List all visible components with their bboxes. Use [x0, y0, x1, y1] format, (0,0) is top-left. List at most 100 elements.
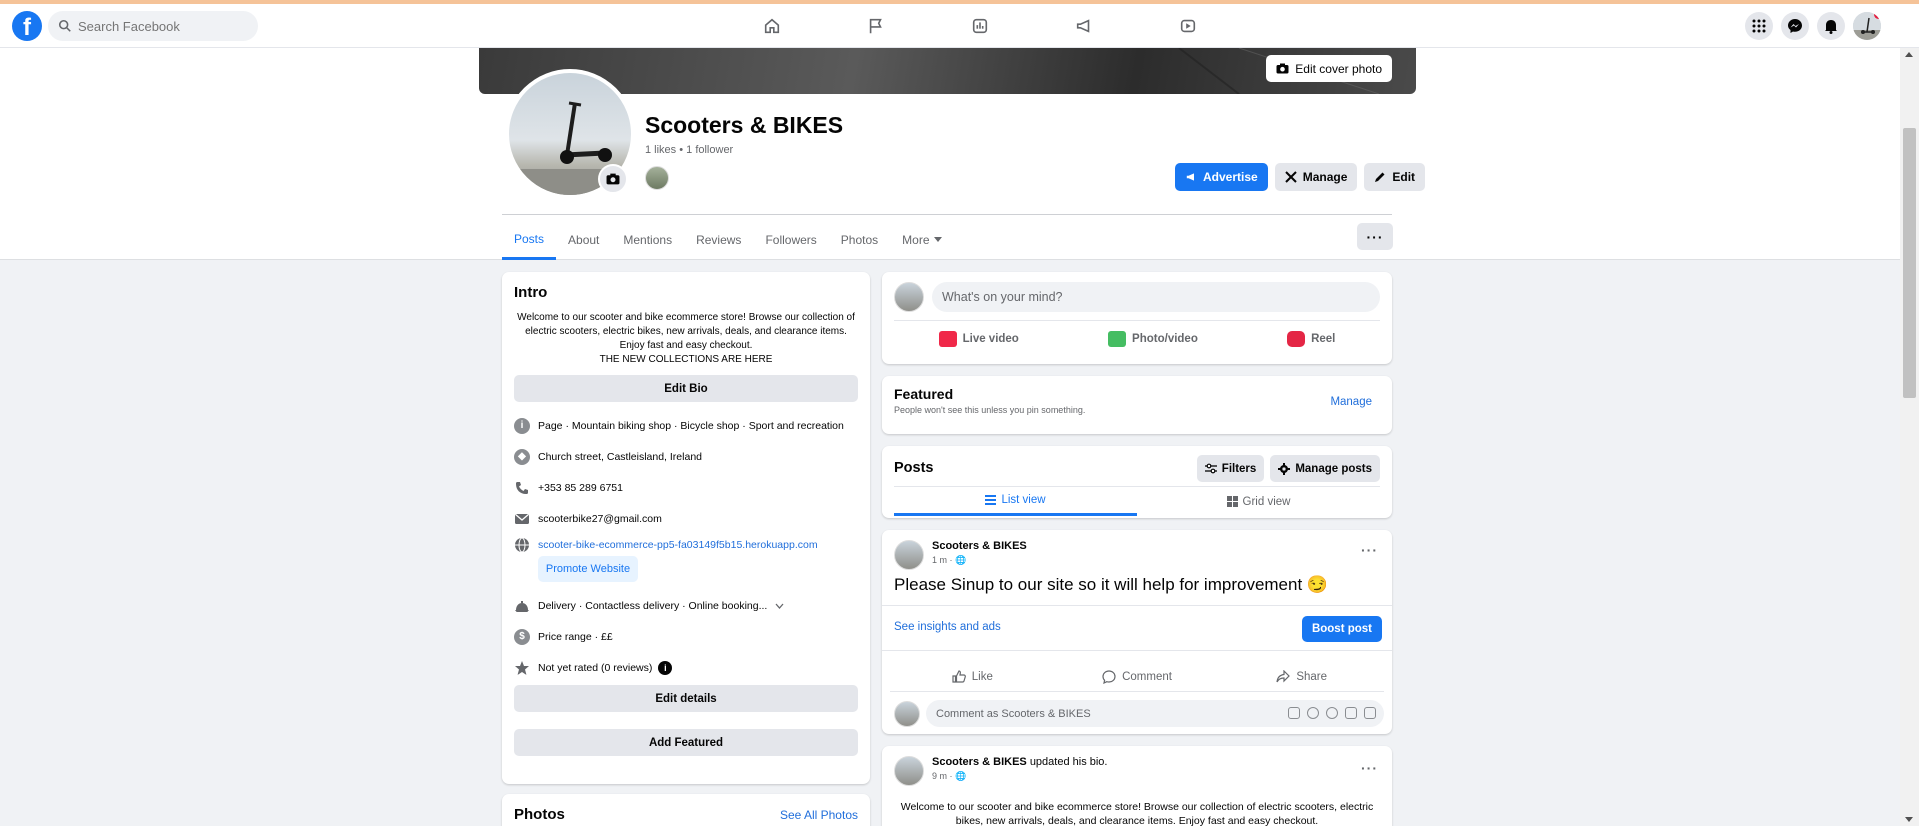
emoji-icon[interactable]: [1307, 707, 1319, 719]
photos-card: Photos See All Photos: [502, 794, 870, 826]
avatar[interactable]: [894, 756, 924, 786]
post-text: Welcome to our scooter and bike ecommerc…: [900, 801, 1374, 826]
avatar-sticker-icon[interactable]: [1288, 707, 1300, 719]
post-time[interactable]: 1 m · 🌐: [932, 555, 1027, 566]
price-icon: $: [514, 628, 530, 645]
tab-more[interactable]: More: [890, 220, 953, 260]
post-author-line: Scooters & BIKES updated his bio.: [932, 756, 1107, 768]
photo-video-button[interactable]: Photo/video: [1108, 331, 1198, 347]
featured-title: Featured: [894, 386, 954, 402]
advertise-button[interactable]: Advertise: [1175, 163, 1268, 191]
info-category-text: Page · Mountain biking shop · Bicycle sh…: [538, 419, 844, 432]
share-label: Share: [1296, 670, 1328, 683]
grid-view-tab[interactable]: Grid view: [1137, 487, 1380, 516]
account-avatar[interactable]: [1853, 12, 1881, 40]
search-input[interactable]: [78, 18, 238, 34]
nav-ads[interactable]: [1032, 12, 1136, 40]
messenger-icon: [1788, 19, 1802, 33]
flag-icon: [869, 18, 882, 34]
edit-cover-button[interactable]: Edit cover photo: [1266, 55, 1392, 82]
rating-info-icon[interactable]: i: [658, 660, 673, 675]
photo-video-label: Photo/video: [1132, 333, 1198, 345]
nav-pages[interactable]: [824, 12, 928, 40]
avatar[interactable]: [894, 540, 924, 570]
post-time[interactable]: 9 m · 🌐: [932, 771, 1107, 782]
tab-photos[interactable]: Photos: [829, 220, 890, 260]
tab-about[interactable]: About: [556, 220, 611, 260]
post-author[interactable]: Scooters & BIKES: [932, 540, 1027, 552]
reel-button[interactable]: Reel: [1287, 331, 1335, 347]
see-insights-link[interactable]: See insights and ads: [894, 621, 1001, 633]
featured-manage-link[interactable]: Manage: [1330, 396, 1372, 408]
menu-button[interactable]: [1745, 12, 1773, 40]
edit-bio-button[interactable]: Edit Bio: [514, 375, 858, 402]
globe-icon: 🌐: [955, 555, 967, 565]
messenger-button[interactable]: [1781, 12, 1809, 40]
comment-button[interactable]: Comment: [1055, 662, 1220, 691]
see-all-photos-link[interactable]: See All Photos: [780, 808, 858, 822]
scroll-thumb[interactable]: [1903, 128, 1916, 398]
grid-menu-icon: [1752, 19, 1766, 33]
scroll-up-arrow[interactable]: [1905, 52, 1913, 57]
post-insights-bar: See insights and ads Boost post: [882, 605, 1392, 651]
chevron-down-icon[interactable]: [775, 603, 784, 609]
photo-icon: [1108, 331, 1127, 347]
manage-posts-button[interactable]: Manage posts: [1270, 455, 1380, 482]
comment-icon: [1102, 669, 1116, 684]
info-phone: +353 85 289 6751: [514, 472, 858, 503]
nav-home[interactable]: [720, 12, 824, 40]
more-options-button[interactable]: ···: [1357, 223, 1393, 250]
notifications-button[interactable]: [1817, 12, 1845, 40]
nav-insights[interactable]: [928, 12, 1032, 40]
info-rating-text: Not yet rated (0 reviews): [538, 661, 653, 674]
live-video-button[interactable]: Live video: [938, 331, 1019, 347]
nav-right: [1745, 12, 1881, 40]
info-email: scooterbike27@gmail.com: [514, 503, 858, 534]
update-profile-picture-button[interactable]: [598, 164, 628, 194]
tab-followers[interactable]: Followers: [753, 220, 828, 260]
list-view-tab[interactable]: List view: [894, 487, 1137, 516]
promote-website-button[interactable]: Promote Website: [538, 556, 638, 582]
page-scrollbar[interactable]: [1900, 48, 1919, 826]
megaphone-icon: [1076, 19, 1090, 33]
edit-cover-label: Edit cover photo: [1295, 61, 1382, 76]
whats-on-your-mind-input[interactable]: What's on your mind?: [932, 282, 1380, 312]
comment-input[interactable]: Comment as Scooters & BIKES: [926, 700, 1384, 727]
add-featured-button[interactable]: Add Featured: [514, 729, 858, 756]
edit-button[interactable]: Edit: [1364, 163, 1426, 191]
scroll-down-arrow[interactable]: [1905, 817, 1913, 822]
post-author[interactable]: Scooters & BIKES: [932, 756, 1027, 768]
posts-title: Posts: [894, 460, 934, 476]
nav-video[interactable]: [1136, 12, 1240, 40]
edit-details-button[interactable]: Edit details: [514, 685, 858, 712]
thumbs-up-icon: [952, 670, 966, 683]
service-bell-icon: [515, 600, 529, 612]
post-options-button[interactable]: ···: [1361, 542, 1378, 558]
page-stats[interactable]: 1 likes • 1 follower: [645, 144, 733, 156]
tab-mentions[interactable]: Mentions: [611, 220, 684, 260]
avatar[interactable]: [894, 282, 924, 312]
info-services-text: Delivery · Contactless delivery · Online…: [538, 599, 768, 612]
avatar[interactable]: [894, 700, 920, 727]
manage-button[interactable]: Manage: [1274, 163, 1358, 191]
info-category: i Page · Mountain biking shop · Bicycle …: [514, 410, 858, 441]
boost-post-button[interactable]: Boost post: [1301, 616, 1382, 642]
post-options-button[interactable]: ···: [1361, 760, 1378, 776]
share-button[interactable]: Share: [1219, 662, 1384, 691]
comment-row: Comment as Scooters & BIKES: [894, 700, 1384, 727]
tab-posts[interactable]: Posts: [502, 220, 557, 260]
like-button[interactable]: Like: [890, 662, 1055, 691]
post-text: Please Sinup to our site so it will help…: [894, 575, 1329, 594]
gif-icon[interactable]: [1345, 707, 1357, 719]
camera-icon[interactable]: [1326, 707, 1338, 719]
filters-button[interactable]: Filters: [1196, 455, 1265, 482]
post-composer: What's on your mind? Live video Photo/vi…: [882, 272, 1392, 364]
sticker-icon[interactable]: [1364, 707, 1376, 719]
facebook-logo[interactable]: f: [12, 11, 42, 41]
posts-buttons: Filters Manage posts: [1196, 455, 1380, 482]
grid-view-label: Grid view: [1242, 495, 1291, 508]
website-link[interactable]: scooter-bike-ecommerce-pp5-fa03149f5b15.…: [538, 539, 818, 551]
search-bar[interactable]: [48, 11, 258, 41]
follower-avatar[interactable]: [645, 166, 669, 190]
tab-reviews[interactable]: Reviews: [684, 220, 753, 260]
